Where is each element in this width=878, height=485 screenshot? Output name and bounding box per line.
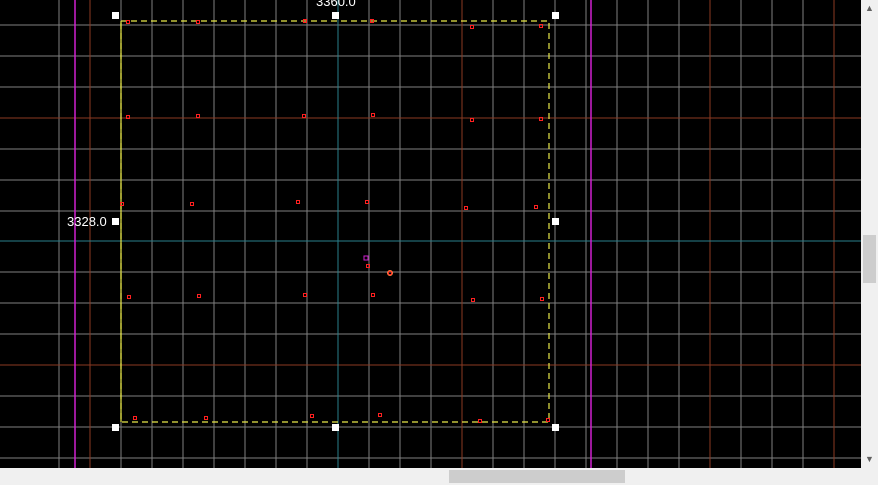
- horizontal-scrollbar[interactable]: [0, 468, 861, 485]
- resize-handle-top[interactable]: [332, 12, 339, 19]
- entity-marker: [464, 206, 468, 210]
- entity-marker: [296, 200, 300, 204]
- entity-marker: [190, 202, 194, 206]
- horizontal-scroll-thumb[interactable]: [449, 470, 625, 483]
- left-arrow-icon[interactable]: [0, 468, 17, 485]
- resize-handle-top-left[interactable]: [112, 12, 119, 19]
- selected-entity-marker: [363, 255, 369, 261]
- entity-marker: [470, 118, 474, 122]
- entity-marker: [388, 271, 392, 275]
- entity-marker: [366, 264, 370, 268]
- entity-marker: [303, 293, 307, 297]
- resize-handle-bottom-left[interactable]: [112, 424, 119, 431]
- map-2d-viewport[interactable]: 3360.0 3328.0: [0, 0, 861, 468]
- entity-marker: [310, 414, 314, 418]
- entity-marker: [539, 117, 543, 121]
- entity-marker: [371, 293, 375, 297]
- entity-marker: [204, 416, 208, 420]
- entity-marker: [470, 25, 474, 29]
- entity-marker: [302, 114, 306, 118]
- scrollbar-corner: [861, 468, 878, 485]
- selection-width-label: 3360.0: [316, 0, 356, 9]
- grid-canvas[interactable]: [0, 0, 861, 468]
- selection-height-label: 3328.0: [67, 214, 107, 229]
- entity-marker: [197, 294, 201, 298]
- entity-marker: [126, 115, 130, 119]
- entity-marker: [196, 114, 200, 118]
- entity-marker: [539, 24, 543, 28]
- resize-handle-left[interactable]: [112, 218, 119, 225]
- resize-handle-top-right[interactable]: [552, 12, 559, 19]
- up-arrow-icon[interactable]: ▲: [861, 0, 878, 17]
- entity-marker: [196, 20, 200, 24]
- down-arrow-icon[interactable]: ▼: [861, 451, 878, 468]
- entity-marker: [378, 413, 382, 417]
- resize-handle-right[interactable]: [552, 218, 559, 225]
- entity-marker: [478, 419, 482, 423]
- entity-marker: [540, 297, 544, 301]
- right-arrow-icon[interactable]: [844, 468, 861, 485]
- entity-marker: [365, 200, 369, 204]
- vertical-scroll-thumb[interactable]: [863, 235, 876, 283]
- resize-handle-bottom[interactable]: [332, 424, 339, 431]
- entity-marker: [546, 418, 550, 422]
- resize-handle-bottom-right[interactable]: [552, 424, 559, 431]
- entity-marker: [120, 202, 124, 206]
- entity-marker: [534, 205, 538, 209]
- entity-marker: [133, 416, 137, 420]
- selection-outline: [120, 20, 550, 423]
- entity-marker: [471, 298, 475, 302]
- vertical-scrollbar[interactable]: ▲ ▼: [861, 0, 878, 468]
- entity-marker: [126, 20, 130, 24]
- entity-marker: [127, 295, 131, 299]
- entity-marker: [371, 113, 375, 117]
